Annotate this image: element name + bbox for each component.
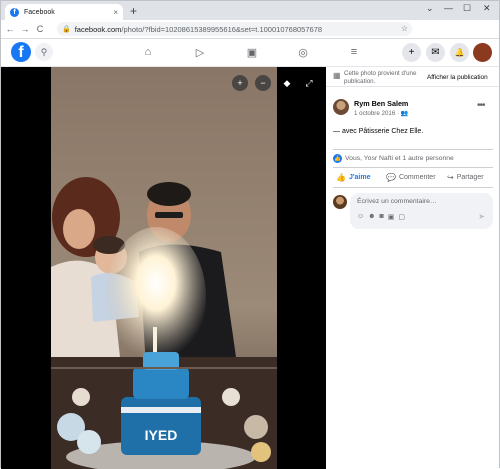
url-path: /photo/?fbid=10208615389955616&set=t.100…: [121, 24, 323, 34]
marketplace-icon[interactable]: ▣: [245, 45, 259, 59]
menu-icon[interactable]: ≡: [347, 45, 361, 59]
close-window-button[interactable]: ✕: [483, 3, 491, 14]
facebook-favicon-icon: f: [10, 7, 19, 17]
groups-icon[interactable]: ◎: [296, 45, 310, 59]
browser-window: f Facebook × + ⌄ — ☐ ✕ ← → C 🔒 facebook.…: [0, 0, 500, 469]
caption-prefix: — avec: [333, 128, 359, 135]
svg-text:IYED: IYED: [145, 427, 178, 443]
divider: [333, 167, 493, 168]
tag-icon[interactable]: ◆: [279, 75, 295, 91]
photo-image: IYED: [51, 67, 277, 469]
author-name[interactable]: Rym Ben Salem: [354, 99, 408, 108]
tab-facebook[interactable]: f Facebook ×: [5, 4, 123, 20]
commenter-avatar[interactable]: [333, 195, 347, 209]
back-button[interactable]: ←: [4, 24, 16, 34]
like-button[interactable]: 👍 J'aime: [336, 173, 370, 182]
zoom-in-icon[interactable]: +: [232, 75, 248, 91]
caption-suffix: .: [421, 128, 424, 135]
minimize-button[interactable]: —: [444, 3, 453, 13]
post-source-icon: ▦: [333, 71, 341, 80]
bookmark-star-icon[interactable]: ☆: [401, 24, 408, 33]
send-icon[interactable]: ➤: [478, 212, 485, 221]
reaction-summary[interactable]: 👍 Vous, Yosr Nafti et 1 autre personne: [333, 154, 454, 163]
like-reaction-icon: 👍: [333, 154, 342, 163]
gif-icon[interactable]: ▣: [388, 213, 395, 221]
messenger-icon[interactable]: ✉: [426, 43, 445, 62]
post-panel: ▦ Cette photo provient d'une publication…: [326, 67, 499, 469]
reload-button[interactable]: C: [34, 24, 46, 34]
fullscreen-icon[interactable]: ⤢: [301, 75, 317, 91]
divider: [333, 187, 493, 188]
forward-button[interactable]: →: [19, 24, 31, 34]
notice-text: Cette photo provient d'une publication.: [344, 70, 417, 85]
comment-icon: 💬: [386, 173, 396, 182]
tagged-page-link[interactable]: Pâtisserie Chez Elle: [359, 128, 422, 135]
comment-input[interactable]: Écrivez un commentaire… ☺ ☻ ◙ ▣ ▢ ➤: [350, 193, 493, 229]
home-icon[interactable]: ⌂: [141, 45, 155, 59]
more-options-icon[interactable]: •••: [477, 100, 485, 111]
tab-title: Facebook: [24, 8, 55, 16]
avatar-sticker-icon[interactable]: ☺: [357, 213, 364, 221]
source-notice: ▦ Cette photo provient d'une publication…: [326, 67, 499, 87]
divider: [333, 149, 493, 150]
comment-placeholder: Écrivez un commentaire…: [357, 198, 437, 205]
new-tab-button[interactable]: +: [130, 4, 137, 18]
search-icon[interactable]: ⚲: [35, 43, 53, 61]
notifications-icon[interactable]: 🔔: [450, 43, 469, 62]
watch-icon[interactable]: ▷: [193, 45, 207, 59]
birthday-photo[interactable]: IYED: [51, 67, 277, 469]
emoji-icon[interactable]: ☻: [368, 213, 375, 221]
comment-button[interactable]: 💬 Commenter: [386, 173, 436, 182]
comment-label: Commenter: [398, 174, 436, 181]
facebook-logo-icon[interactable]: f: [11, 42, 31, 62]
view-post-link[interactable]: Afficher la publication: [427, 74, 488, 81]
url-domain: facebook.com: [74, 24, 122, 34]
facebook-header: f ⚲ ⌂ ▷ ▣ ◎ ≡ + ✉ 🔔: [1, 39, 499, 67]
tab-search-icon[interactable]: ⌄: [426, 3, 434, 14]
tab-strip: f Facebook × + ⌄ — ☐ ✕: [1, 1, 499, 20]
maximize-button[interactable]: ☐: [463, 3, 471, 14]
share-label: Partager: [456, 174, 484, 181]
sticker-icon[interactable]: ▢: [398, 213, 405, 221]
zoom-out-icon[interactable]: −: [255, 75, 271, 91]
comment-tools: ☺ ☻ ◙ ▣ ▢: [357, 213, 405, 221]
post-date[interactable]: 1 octobre 2016 · 👥: [354, 109, 409, 117]
url-text: facebook.com/photo/?fbid=102086153899556…: [75, 25, 322, 34]
camera-icon[interactable]: ◙: [380, 213, 384, 221]
browser-toolbar: ← → C 🔒 facebook.com/photo/?fbid=1020861…: [1, 20, 499, 52]
author-avatar[interactable]: [333, 99, 349, 115]
reactions-text[interactable]: Vous, Yosr Nafti et 1 autre personne: [345, 155, 454, 162]
account-avatar[interactable]: [473, 43, 492, 62]
post-caption: — avec Pâtisserie Chez Elle.: [333, 128, 423, 135]
share-icon: ↪: [447, 173, 454, 182]
lock-icon: 🔒: [62, 26, 71, 33]
address-bar[interactable]: 🔒 facebook.com/photo/?fbid=1020861538995…: [57, 22, 412, 36]
share-button[interactable]: ↪ Partager: [447, 173, 484, 182]
create-button[interactable]: +: [402, 43, 421, 62]
like-icon: 👍: [336, 173, 346, 182]
photo-viewer: IYED + − ◆ ⤢: [1, 67, 326, 469]
like-label: J'aime: [348, 174, 371, 181]
tab-close-icon[interactable]: ×: [113, 8, 118, 17]
